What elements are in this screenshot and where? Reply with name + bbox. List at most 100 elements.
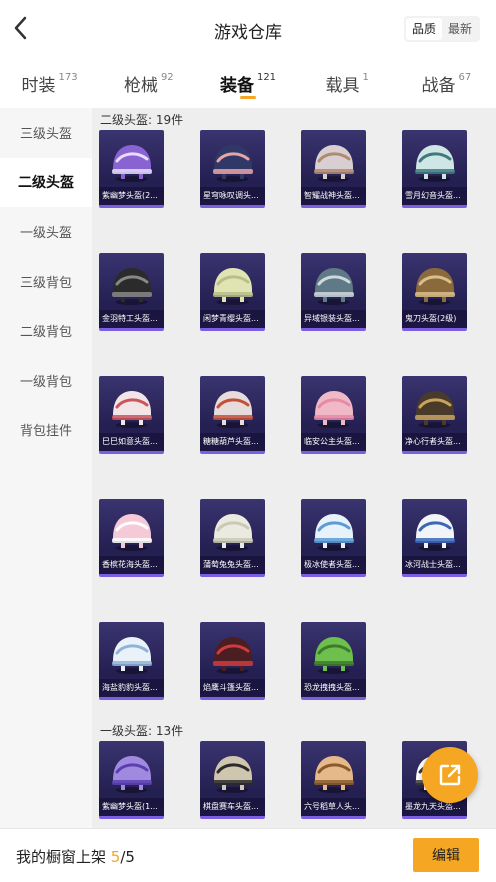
share-button[interactable]: [422, 747, 478, 803]
item-card[interactable]: 香槟花海头盔...: [99, 499, 164, 577]
helmet-icon: [112, 637, 152, 674]
sidebar-item-level3-backpack[interactable]: 三级背包: [0, 257, 92, 307]
sort-toggle[interactable]: 品质 最新: [403, 16, 480, 42]
item-name: 临安公主头盔...: [301, 433, 366, 451]
tab-label: 枪械: [123, 76, 158, 96]
tab-skins[interactable]: 时装 173: [0, 60, 99, 106]
item-cell: 蒲萄兔兔头盔...: [193, 499, 294, 622]
item-image: [309, 750, 358, 796]
item-cell: 鬼刀头盔(2级): [395, 253, 496, 376]
helmet-icon: [112, 145, 152, 182]
item-card[interactable]: 鬼刀头盔(2级): [402, 253, 467, 331]
tab-vehicles[interactable]: 载具 1: [298, 60, 397, 106]
helmet-icon: [213, 514, 253, 551]
item-image: [107, 508, 156, 554]
item-cell: 净心行者头盔...: [395, 376, 496, 499]
item-card[interactable]: 金羽特工头盔...: [99, 253, 164, 331]
item-image: [208, 385, 257, 431]
helmet-icon: [112, 514, 152, 551]
item-card[interactable]: 星穹咏叹调头...: [200, 130, 265, 208]
item-grid: 紫幽梦头盔(2... 星穹咏叹调头... 智耀战神头盔... 雪月幻音头盔... 金羽特…: [92, 130, 496, 719]
sort-newest-button[interactable]: 最新: [442, 18, 478, 40]
item-name: 恐龙拽拽头盔...: [301, 679, 366, 697]
sort-quality-button[interactable]: 品质: [405, 18, 442, 40]
item-cell: 冰河战士头盔...: [395, 499, 496, 622]
sidebar-item-level1-backpack[interactable]: 一级背包: [0, 356, 92, 406]
item-image: [107, 385, 156, 431]
helmet-icon: [415, 514, 455, 551]
item-image: [410, 385, 459, 431]
showcase-total-count: /5: [120, 848, 135, 866]
item-image: [309, 262, 358, 308]
sidebar-item-level2-backpack[interactable]: 二级背包: [0, 306, 92, 356]
tab-count: 67: [458, 72, 472, 83]
helmet-icon: [314, 391, 354, 428]
item-card[interactable]: 冰河战士头盔...: [402, 499, 467, 577]
helmet-icon: [112, 391, 152, 428]
item-image: [107, 750, 156, 796]
item-card[interactable]: 焰鹰斗篷头盔...: [200, 622, 265, 700]
item-image: [410, 139, 459, 185]
item-image: [208, 139, 257, 185]
item-name: 焰鹰斗篷头盔...: [200, 679, 265, 697]
item-image: [309, 385, 358, 431]
item-card[interactable]: 恐龙拽拽头盔...: [301, 622, 366, 700]
helmet-icon: [314, 637, 354, 674]
item-name: 净心行者头盔...: [402, 433, 467, 451]
item-cell: 极冰使者头盔...: [294, 499, 395, 622]
showcase-current-count: 5: [110, 848, 121, 866]
item-cell: 焰鹰斗篷头盔...: [193, 622, 294, 719]
item-name: 紫幽梦头盔(2...: [99, 187, 164, 205]
item-image: [107, 631, 156, 677]
item-list[interactable]: 二级头盔: 19件 紫幽梦头盔(2... 星穹咏叹调头... 智耀战神头盔... 雪月…: [92, 108, 496, 828]
item-card[interactable]: 海盐豹豹头盔...: [99, 622, 164, 700]
tab-equipment[interactable]: 装备 121: [198, 60, 297, 106]
sidebar-item-level2-helmet[interactable]: 二级头盔: [0, 157, 92, 207]
helmet-icon: [213, 145, 253, 182]
item-card[interactable]: 蒲萄兔兔头盔...: [200, 499, 265, 577]
item-card[interactable]: 巳巳如意头盔...: [99, 376, 164, 454]
item-cell: 紫幽梦头盔(1...: [92, 741, 193, 828]
item-card[interactable]: 临安公主头盔...: [301, 376, 366, 454]
item-name: 巳巳如意头盔...: [99, 433, 164, 451]
tab-count: 121: [256, 72, 277, 83]
active-tab-indicator: [240, 96, 256, 99]
helmet-icon: [314, 756, 354, 793]
item-card[interactable]: 极冰使者头盔...: [301, 499, 366, 577]
tab-count: 173: [58, 72, 78, 83]
item-image: [208, 508, 257, 554]
item-card[interactable]: 六号稻草人头...: [301, 741, 366, 819]
item-name: 蒲萄兔兔头盔...: [200, 556, 265, 574]
item-cell: 临安公主头盔...: [294, 376, 395, 499]
item-image: [208, 262, 257, 308]
item-card[interactable]: 异域银装头盔...: [301, 253, 366, 331]
item-name: 紫幽梦头盔(1...: [99, 798, 164, 816]
item-card[interactable]: 雪月幻音头盔...: [402, 130, 467, 208]
item-name: 鬼刀头盔(2级): [402, 310, 467, 328]
helmet-icon: [415, 145, 455, 182]
item-card[interactable]: 智耀战神头盔...: [301, 130, 366, 208]
sidebar: 三级头盔 二级头盔 一级头盔 三级背包 二级背包 一级背包 背包挂件: [0, 108, 92, 828]
item-name: 香槟花海头盔...: [99, 556, 164, 574]
sidebar-item-level1-helmet[interactable]: 一级头盔: [0, 207, 92, 257]
tab-supplies[interactable]: 战备 67: [397, 60, 496, 106]
item-card[interactable]: 净心行者头盔...: [402, 376, 467, 454]
bottom-bar: 我的橱窗上架 5/5 编辑: [0, 828, 496, 882]
item-image: [309, 631, 358, 677]
sidebar-item-level3-helmet[interactable]: 三级头盔: [0, 108, 92, 158]
item-card[interactable]: 糖糖葫芦头盔...: [200, 376, 265, 454]
item-cell: 香槟花海头盔...: [92, 499, 193, 622]
edit-button[interactable]: 编辑: [413, 838, 479, 872]
item-cell: 异域银装头盔...: [294, 253, 395, 376]
sidebar-item-backpack-charm[interactable]: 背包挂件: [0, 405, 92, 455]
item-card[interactable]: 棋盘赛车头盔...: [200, 741, 265, 819]
item-name: 海盐豹豹头盔...: [99, 679, 164, 697]
tab-weapons[interactable]: 枪械 92: [99, 60, 198, 106]
item-image: [309, 508, 358, 554]
section-title: 二级头盔: 19件: [100, 113, 184, 127]
item-card[interactable]: 紫幽梦头盔(1...: [99, 741, 164, 819]
item-card[interactable]: 闲梦青缨头盔...: [200, 253, 265, 331]
item-card[interactable]: 紫幽梦头盔(2...: [99, 130, 164, 208]
item-name: 雪月幻音头盔...: [402, 187, 467, 205]
item-name: 六号稻草人头...: [301, 798, 366, 816]
